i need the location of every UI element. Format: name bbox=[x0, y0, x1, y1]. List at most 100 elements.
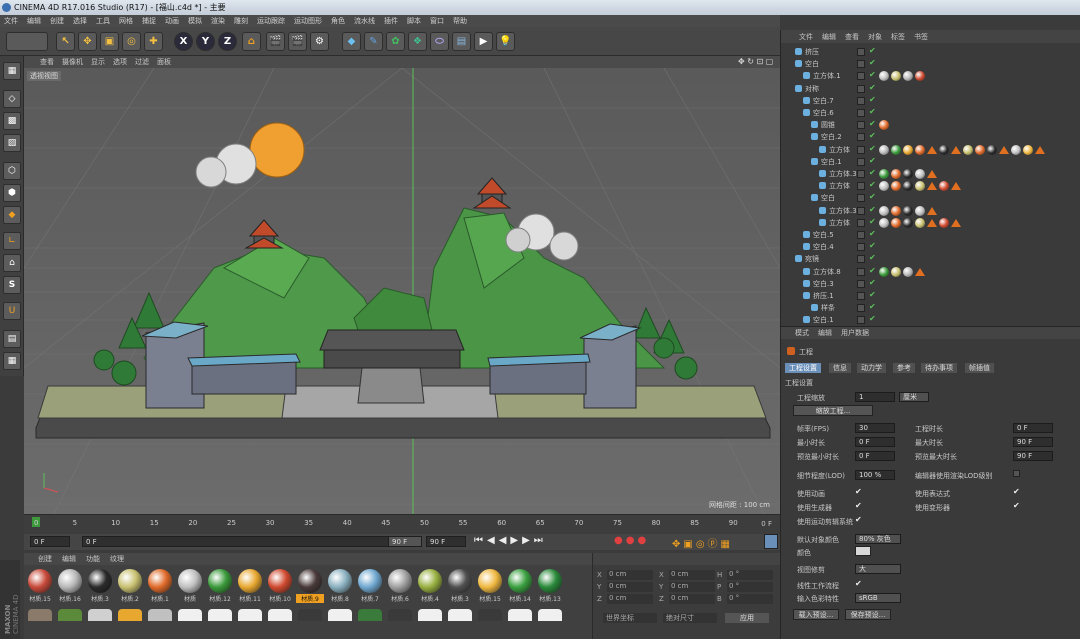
workplane-icon[interactable]: ▨ bbox=[3, 134, 21, 152]
coord-value-field[interactable]: 0 cm bbox=[607, 582, 653, 592]
material-tag-icon[interactable] bbox=[903, 71, 913, 82]
object-menu-item[interactable]: 对象 bbox=[868, 32, 882, 42]
material-swatch-row2[interactable] bbox=[298, 609, 322, 621]
default-color-select[interactable]: 80% 灰色 bbox=[855, 534, 901, 544]
object-row[interactable]: 立方体.8 ✔ bbox=[781, 266, 1080, 278]
scale-tool-button[interactable]: ▣ bbox=[100, 32, 119, 51]
menu-item[interactable]: 帮助 bbox=[453, 16, 467, 26]
move-tool-button[interactable]: ↖ bbox=[56, 32, 75, 51]
material-tag-icon[interactable] bbox=[879, 120, 889, 131]
timeline-menu-icon[interactable] bbox=[764, 534, 778, 549]
visibility-toggle[interactable] bbox=[857, 84, 865, 93]
attribute-tab[interactable]: 待办事项 bbox=[921, 363, 957, 373]
enable-check[interactable]: ✔ bbox=[869, 290, 876, 299]
menu-item[interactable]: 编辑 bbox=[27, 16, 41, 26]
material-swatch[interactable]: 材质.10 bbox=[266, 569, 294, 603]
coord-value-field[interactable]: 0 cm bbox=[607, 594, 653, 604]
viewport-menu-item[interactable]: 过滤 bbox=[135, 57, 149, 67]
enable-check[interactable]: ✔ bbox=[869, 278, 876, 287]
visibility-toggle[interactable] bbox=[857, 170, 865, 178]
coord-value-field[interactable]: 0 ° bbox=[727, 594, 773, 604]
material-tag-icon[interactable] bbox=[891, 217, 901, 228]
object-row[interactable]: 立方体 ✔ bbox=[781, 217, 1080, 229]
object-row[interactable]: 立方体.3 ✔ bbox=[781, 168, 1080, 180]
lod-field[interactable]: 100 % bbox=[855, 470, 895, 480]
menu-item[interactable]: 运动图形 bbox=[294, 16, 322, 26]
magnet-icon[interactable]: U bbox=[3, 302, 21, 320]
material-tag-icon[interactable] bbox=[903, 169, 913, 179]
enable-check[interactable]: ✔ bbox=[869, 46, 876, 55]
end-frame-field[interactable]: 90 F bbox=[388, 536, 422, 547]
preview-max-field[interactable]: 90 F bbox=[1013, 451, 1053, 461]
material-menu-item[interactable]: 纹理 bbox=[110, 554, 124, 564]
workplane-lock-icon[interactable]: ▦ bbox=[3, 352, 21, 370]
material-tag-icon[interactable] bbox=[891, 266, 901, 277]
material-swatch[interactable]: 材质.3 bbox=[446, 569, 474, 603]
material-tag-icon[interactable] bbox=[879, 71, 889, 82]
coord-value-field[interactable]: 0 cm bbox=[669, 570, 715, 580]
visibility-toggle[interactable] bbox=[857, 48, 865, 56]
menu-item[interactable]: 捕捉 bbox=[142, 16, 156, 26]
menu-item[interactable]: 选择 bbox=[73, 16, 87, 26]
enable-check[interactable]: ✔ bbox=[869, 180, 876, 189]
material-swatch-row2[interactable] bbox=[28, 609, 52, 621]
visibility-toggle[interactable] bbox=[857, 133, 865, 142]
object-row[interactable]: 空白 ✔ bbox=[781, 58, 1080, 70]
coord-value-field[interactable]: 0 ° bbox=[727, 582, 773, 592]
material-tag-icon[interactable] bbox=[939, 181, 949, 192]
object-row[interactable]: 空白.4 ✔ bbox=[781, 241, 1080, 253]
visibility-toggle[interactable] bbox=[857, 145, 865, 154]
object-row[interactable]: 立方体.1 ✔ bbox=[781, 70, 1080, 82]
coord-mode-select[interactable]: 世界坐标 bbox=[603, 613, 657, 623]
coord-value-field[interactable]: 0 ° bbox=[727, 570, 773, 580]
material-tag-icon[interactable] bbox=[891, 205, 901, 216]
menu-item[interactable]: 窗口 bbox=[430, 16, 444, 26]
menu-item[interactable]: 流水线 bbox=[354, 16, 375, 26]
visibility-toggle[interactable] bbox=[857, 194, 865, 203]
lod-render-checkbox[interactable] bbox=[1013, 470, 1020, 477]
object-row[interactable]: 立方体 ✔ bbox=[781, 144, 1080, 156]
light-icon[interactable]: 💡 bbox=[496, 32, 515, 51]
phong-tag-icon[interactable] bbox=[915, 267, 925, 276]
object-row[interactable]: 挤压 ✔ bbox=[781, 46, 1080, 58]
playback-controls[interactable]: ⏮◀◀▶▶⏭ bbox=[474, 535, 547, 546]
material-swatch[interactable]: 材质.16 bbox=[56, 569, 84, 603]
current-frame-field[interactable]: 0 F bbox=[82, 536, 422, 547]
menu-item[interactable]: 雕刻 bbox=[234, 16, 248, 26]
timeline-ruler[interactable]: 0 5 10 15 20 25 30 35 40 45 50 55 60 65 70 75 80 85 90 0 F bbox=[24, 514, 780, 534]
visibility-toggle[interactable] bbox=[857, 182, 865, 191]
object-row[interactable]: 空白.3 ✔ bbox=[781, 278, 1080, 290]
material-tag-icon[interactable] bbox=[939, 144, 949, 155]
object-menu-item[interactable]: 标签 bbox=[891, 32, 905, 42]
lock-icon[interactable]: ▤ bbox=[3, 330, 21, 348]
material-swatch-row2[interactable] bbox=[328, 609, 352, 621]
menu-item[interactable]: 工具 bbox=[96, 16, 110, 26]
coord-value-field[interactable]: 0 cm bbox=[607, 570, 653, 580]
attribute-tab[interactable]: 动力学 bbox=[857, 363, 886, 373]
material-swatch[interactable]: 材质.1 bbox=[146, 569, 174, 603]
phong-tag-icon[interactable] bbox=[951, 182, 961, 191]
material-menu-item[interactable]: 编辑 bbox=[62, 554, 76, 564]
object-row[interactable]: 空白.2 ✔ bbox=[781, 131, 1080, 143]
menu-item[interactable]: 脚本 bbox=[407, 16, 421, 26]
enable-check[interactable]: ✔ bbox=[869, 314, 876, 323]
menu-item[interactable]: 角色 bbox=[331, 16, 345, 26]
use-animation-checkbox[interactable]: ✔ bbox=[855, 487, 862, 496]
use-expression-checkbox[interactable]: ✔ bbox=[1013, 487, 1020, 496]
object-row[interactable]: 样条 ✔ bbox=[781, 302, 1080, 314]
rotate-tool-button[interactable]: ◎ bbox=[122, 32, 141, 51]
phong-tag-icon[interactable] bbox=[999, 145, 1009, 154]
viewport-menu-item[interactable]: 显示 bbox=[91, 57, 105, 67]
enable-check[interactable]: ✔ bbox=[869, 156, 876, 165]
visibility-toggle[interactable] bbox=[857, 96, 865, 105]
enable-check[interactable]: ✔ bbox=[869, 168, 876, 177]
object-row[interactable]: 空白.1 ✔ bbox=[781, 314, 1080, 326]
material-swatch[interactable]: 材质.12 bbox=[206, 569, 234, 603]
object-row[interactable]: 宛镜 ✔ bbox=[781, 253, 1080, 265]
material-tag-icon[interactable] bbox=[975, 144, 985, 155]
viewport-menu-item[interactable]: 摄像机 bbox=[62, 57, 83, 67]
material-tag-icon[interactable] bbox=[903, 205, 913, 216]
enable-check[interactable]: ✔ bbox=[869, 266, 876, 275]
material-swatch[interactable]: 材质.4 bbox=[416, 569, 444, 603]
viewport-menu-item[interactable]: 查看 bbox=[40, 57, 54, 67]
